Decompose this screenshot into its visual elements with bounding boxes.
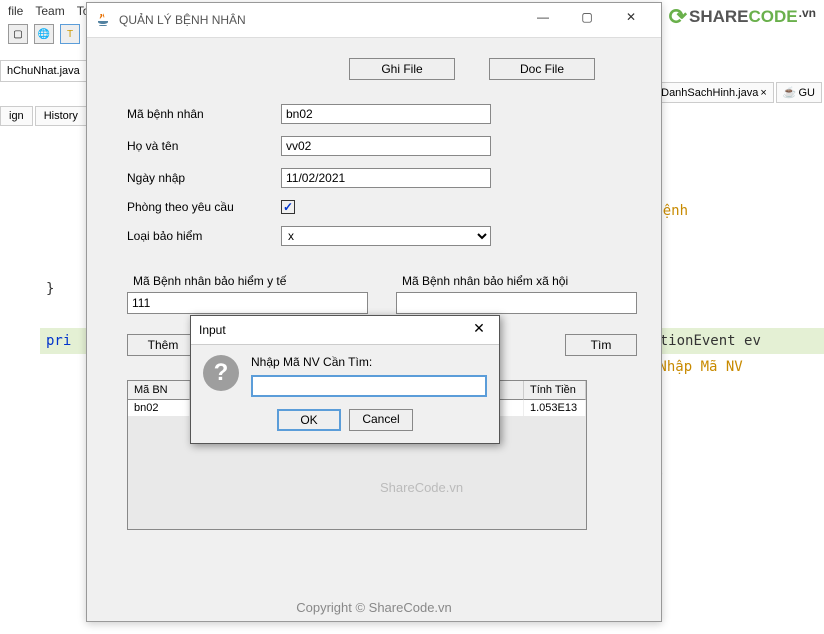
menu-team[interactable]: Team	[31, 2, 68, 20]
dialog-ok-button[interactable]: OK	[277, 409, 341, 431]
question-icon: ?	[203, 355, 239, 391]
maximize-button[interactable]: ▢	[565, 3, 609, 31]
dialog-title: Input	[199, 323, 226, 337]
cell-tinh-tien: 1.053E13	[524, 400, 586, 416]
main-window: QUẢN LÝ BỆNH NHÂN — ▢ ✕ Ghi File Doc Fil…	[86, 2, 662, 622]
input-ma-xh[interactable]	[396, 292, 637, 314]
label-ma-xh: Mã Bệnh nhân bảo hiểm xã hội	[396, 274, 637, 288]
tim-button[interactable]: Tìm	[565, 334, 637, 356]
share-icon: ⟳	[669, 4, 687, 30]
label-ma-yt: Mã Bệnh nhân bảo hiểm y tế	[127, 274, 368, 288]
cell-ma-bn: bn02	[128, 400, 190, 416]
sharecode-logo: ⟳ SHARECODE.vn	[669, 4, 816, 30]
hammer-icon[interactable]: T	[60, 24, 80, 44]
ide-toolbar: ▢ 🌐 T	[4, 20, 84, 48]
label-ngay-nhap: Ngày nhập	[127, 171, 271, 185]
dialog-cancel-button[interactable]: Cancel	[349, 409, 413, 431]
editor-tab-gu[interactable]: ☕ GU	[776, 82, 822, 103]
menu-file[interactable]: file	[4, 2, 27, 20]
label-ho-ten: Họ và tên	[127, 139, 271, 153]
input-dialog: Input ✕ ? Nhập Mã NV Cần Tìm: OK Cancel	[190, 315, 500, 444]
new-file-icon[interactable]: ▢	[8, 24, 28, 44]
input-ma-benh-nhan[interactable]	[281, 104, 491, 124]
input-ho-ten[interactable]	[281, 136, 491, 156]
window-title: QUẢN LÝ BỆNH NHÂN	[119, 13, 521, 27]
java-icon	[95, 12, 111, 28]
input-ngay-nhap[interactable]	[281, 168, 491, 188]
label-loai-bao-hiem: Loại bảo hiểm	[127, 229, 271, 243]
editor-tab-1[interactable]: hChuNhat.java	[0, 60, 87, 82]
close-tab-icon[interactable]: ×	[760, 87, 766, 99]
dialog-input[interactable]	[251, 375, 487, 397]
label-ma-benh-nhan: Mã bệnh nhân	[127, 107, 271, 121]
col-ma-bn[interactable]: Mã BN	[128, 381, 190, 400]
select-loai-bao-hiem[interactable]: x	[281, 226, 491, 246]
globe-icon[interactable]: 🌐	[34, 24, 54, 44]
minimize-button[interactable]: —	[521, 3, 565, 31]
dialog-label: Nhập Mã NV Cần Tìm:	[251, 355, 487, 369]
doc-file-button[interactable]: Doc File	[489, 58, 595, 80]
them-button[interactable]: Thêm	[127, 334, 199, 356]
close-button[interactable]: ✕	[609, 3, 653, 31]
window-titlebar: QUẢN LÝ BỆNH NHÂN — ▢ ✕	[87, 3, 661, 38]
checkbox-phong[interactable]: ✓	[281, 200, 295, 214]
col-tinh-tien[interactable]: Tính Tiền	[524, 381, 586, 400]
label-phong: Phòng theo yêu cầu	[127, 200, 271, 214]
input-ma-yt[interactable]	[127, 292, 368, 314]
ghi-file-button[interactable]: Ghi File	[349, 58, 455, 80]
footer-copyright: Copyright © ShareCode.vn	[87, 594, 661, 621]
dialog-close-button[interactable]: ✕	[465, 320, 493, 340]
